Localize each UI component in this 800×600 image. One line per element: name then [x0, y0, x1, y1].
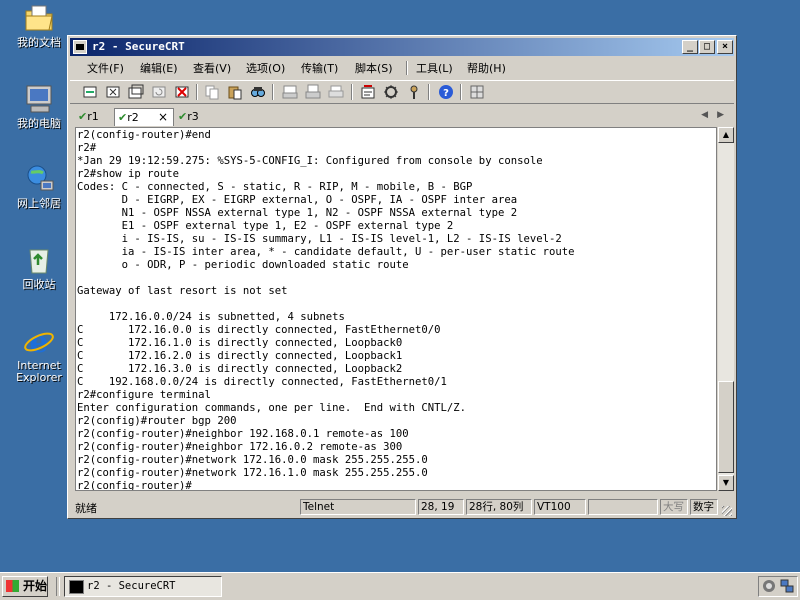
- terminal-area[interactable]: r2(config-router)#end r2# *Jan 29 19:12:…: [75, 127, 717, 491]
- status-bar: 就绪 Telnet 28, 19 28行, 80列 VT100 大写 数字: [70, 497, 734, 517]
- scroll-up-icon[interactable]: ▲: [718, 127, 734, 143]
- taskbar-divider: [56, 577, 60, 596]
- copy-icon[interactable]: [204, 84, 220, 100]
- desktop-icon-label: 回收站: [22, 278, 56, 291]
- status-empty-field: [588, 499, 658, 515]
- status-ready: 就绪: [75, 502, 97, 515]
- tab-label: r2: [127, 111, 139, 124]
- status-num-lock: 数字: [690, 499, 718, 515]
- securecrt-window: r2 - SecureCRT _ □ × 文件(F) 编辑(E) 查看(V) 选…: [67, 35, 737, 519]
- connected-check-icon: ✔: [118, 111, 128, 124]
- tab-scroll-left-icon[interactable]: ◀: [701, 110, 708, 120]
- menu-separator: [406, 61, 408, 75]
- volume-icon[interactable]: [762, 579, 776, 593]
- tab-r1[interactable]: ✔r1: [78, 108, 112, 125]
- tab-r3[interactable]: ✔r3: [178, 108, 212, 125]
- desktop-icon-recycle-bin[interactable]: 回收站: [4, 244, 74, 291]
- system-tray: [758, 576, 798, 597]
- securecrt-task-icon: [69, 580, 84, 594]
- session-options-icon[interactable]: [360, 84, 376, 100]
- maximize-button[interactable]: □: [699, 40, 715, 54]
- menu-script[interactable]: 脚本(S): [355, 60, 393, 76]
- help-icon[interactable]: ?: [438, 84, 454, 100]
- recycle-bin-icon: [29, 249, 49, 274]
- connected-check-icon: ✔: [178, 110, 188, 123]
- securecrt-app-icon: [73, 40, 87, 54]
- status-caps-lock: 大写: [660, 499, 688, 515]
- desktop-icon-label: 我的文档: [17, 36, 61, 49]
- desktop-icon-label: 我的电脑: [17, 117, 61, 130]
- start-button[interactable]: 开始: [2, 576, 48, 597]
- toolbar-separator: [460, 84, 462, 100]
- find-icon[interactable]: [250, 84, 266, 100]
- print-screen-icon[interactable]: [282, 84, 298, 100]
- print-selection-icon[interactable]: [305, 84, 321, 100]
- minimize-button[interactable]: _: [682, 40, 698, 54]
- toolbar-separator: [196, 84, 198, 100]
- taskbar-button-securecrt[interactable]: r2 - SecureCRT: [64, 576, 222, 597]
- my-documents-icon: [25, 5, 53, 31]
- toolbar: ?: [70, 80, 734, 104]
- quick-connect-icon[interactable]: [105, 84, 121, 100]
- taskbar-button-label: r2 - SecureCRT: [87, 580, 176, 592]
- title-bar[interactable]: r2 - SecureCRT _ □ ×: [70, 38, 734, 56]
- status-terminal-size: 28行, 80列: [466, 499, 532, 515]
- tab-scroll-right-icon[interactable]: ▶: [717, 110, 724, 120]
- tab-r2[interactable]: ✔r2 ×: [114, 108, 174, 126]
- menu-edit[interactable]: 编辑(E): [140, 60, 178, 76]
- network-places-icon: [27, 165, 54, 191]
- terminal-output: r2(config-router)#end r2# *Jan 29 19:12:…: [77, 129, 575, 491]
- window-title: r2 - SecureCRT: [92, 40, 185, 53]
- status-cursor-position: 28, 19: [418, 499, 464, 515]
- vertical-scrollbar[interactable]: ▲ ▼: [718, 127, 734, 491]
- tab-label: r3: [187, 110, 199, 123]
- scroll-down-icon[interactable]: ▼: [718, 475, 734, 491]
- internet-explorer-icon: e: [24, 325, 54, 357]
- tile-sessions-icon[interactable]: [469, 84, 485, 100]
- menu-view[interactable]: 查看(V): [193, 60, 231, 76]
- resize-grip[interactable]: [722, 506, 732, 516]
- global-options-icon[interactable]: [383, 84, 399, 100]
- desktop-icon-label: Internet Explorer: [16, 359, 62, 384]
- network-status-icon[interactable]: [780, 579, 794, 593]
- keymap-icon[interactable]: [406, 84, 422, 100]
- session-tab-bar: ✔r1 ✔r2 × ✔r3 ◀ ▶: [70, 106, 734, 126]
- menu-file[interactable]: 文件(F): [87, 60, 124, 76]
- menu-options[interactable]: 选项(O): [246, 60, 285, 76]
- status-protocol: Telnet: [300, 499, 416, 515]
- toolbar-separator: [428, 84, 430, 100]
- connect-in-tab-icon[interactable]: [128, 84, 144, 100]
- status-emulation: VT100: [534, 499, 586, 515]
- desktop-icon-internet-explorer[interactable]: e Internet Explorer: [4, 325, 74, 384]
- reconnect-icon[interactable]: [151, 84, 167, 100]
- windows-logo-icon: [6, 580, 19, 592]
- taskbar: 开始 r2 - SecureCRT: [0, 572, 800, 600]
- svg-text:?: ?: [443, 88, 449, 99]
- desktop-icon-label: 网上邻居: [17, 197, 61, 210]
- svg-text:e: e: [29, 325, 48, 357]
- menu-help[interactable]: 帮助(H): [467, 60, 506, 76]
- tab-label: r1: [87, 110, 99, 123]
- menu-bar: 文件(F) 编辑(E) 查看(V) 选项(O) 传输(T) 脚本(S) 工具(L…: [70, 58, 734, 78]
- disconnect-icon[interactable]: [174, 84, 190, 100]
- connected-check-icon: ✔: [78, 110, 88, 123]
- close-button[interactable]: ×: [717, 40, 733, 54]
- my-computer-icon: [26, 85, 52, 113]
- connect-icon[interactable]: [82, 84, 98, 100]
- desktop-icon-my-documents[interactable]: 我的文档: [4, 2, 74, 49]
- toolbar-separator: [351, 84, 353, 100]
- toolbar-separator: [272, 84, 274, 100]
- tab-close-icon[interactable]: ×: [158, 109, 168, 126]
- paste-icon[interactable]: [227, 84, 243, 100]
- print-icon[interactable]: [328, 84, 344, 100]
- scrollbar-thumb[interactable]: [718, 381, 734, 473]
- desktop-icon-network-places[interactable]: 网上邻居: [4, 163, 74, 210]
- start-label: 开始: [23, 579, 48, 593]
- desktop-icon-my-computer[interactable]: 我的电脑: [4, 83, 74, 130]
- menu-transfer[interactable]: 传输(T): [301, 60, 338, 76]
- menu-tools[interactable]: 工具(L): [416, 60, 453, 76]
